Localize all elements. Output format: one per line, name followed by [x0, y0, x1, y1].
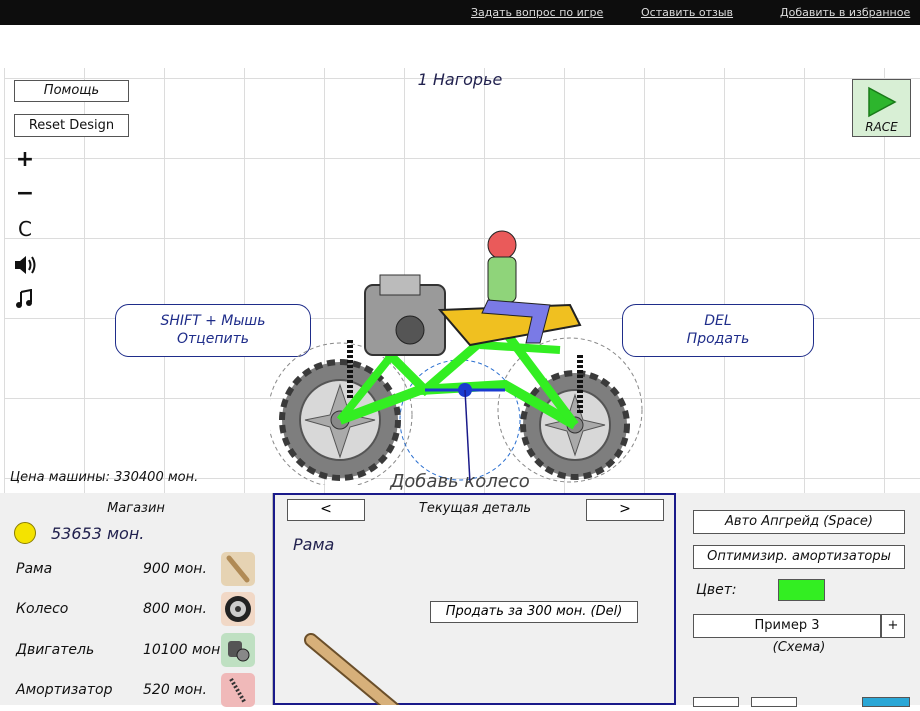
center-view-icon[interactable]: C	[13, 217, 37, 241]
add-example-button[interactable]: +	[881, 614, 905, 638]
scheme-label: (Схема)	[772, 640, 826, 655]
engine-part-icon[interactable]	[221, 633, 255, 667]
add-wheel-hint: Добавь колесо	[390, 471, 530, 492]
race-label: RACE	[865, 120, 898, 134]
shop-item-engine[interactable]: Двигатель 10100 мон.	[0, 633, 272, 669]
bottom-button-2[interactable]	[751, 697, 797, 707]
frame-part-icon[interactable]	[221, 552, 255, 586]
color-swatch[interactable]	[778, 579, 825, 601]
next-part-button[interactable]: >	[586, 499, 664, 521]
add-to-favorites-link[interactable]: Добавить в избранное	[780, 6, 910, 19]
current-part-panel: < Текущая деталь > Рама Продать за 300 м…	[273, 493, 676, 705]
shop-item-price: 10100 мон.	[143, 642, 225, 658]
leave-review-link[interactable]: Оставить отзыв	[641, 6, 733, 19]
optimize-shocks-button[interactable]: Оптимизир. амортизаторы	[693, 545, 905, 569]
current-part-name: Рама	[293, 535, 335, 554]
current-part-preview	[304, 633, 400, 705]
money-balance: 53653 мон.	[51, 524, 145, 543]
shock-absorber-part-icon[interactable]	[221, 673, 255, 707]
shop-item-name: Амортизатор	[16, 682, 113, 698]
coin-icon	[14, 522, 36, 544]
shop-item-frame[interactable]: Рама 900 мон.	[0, 552, 272, 588]
top-bar: Задать вопрос по игре Оставить отзыв Доб…	[0, 0, 920, 25]
bottom-button-1[interactable]	[693, 697, 739, 707]
sound-icon[interactable]	[13, 254, 37, 282]
bottom-button-3[interactable]	[862, 697, 910, 707]
shop-item-shock[interactable]: Амортизатор 520 мон.	[0, 673, 272, 709]
sell-part-button[interactable]: Продать за 300 мон. (Del)	[430, 601, 638, 623]
prev-part-button[interactable]: <	[287, 499, 365, 521]
shop-item-name: Колесо	[16, 601, 69, 617]
help-button[interactable]: Помощь	[14, 80, 129, 102]
vehicle-design[interactable]	[270, 225, 660, 485]
shop-item-wheel[interactable]: Колесо 800 мон.	[0, 592, 272, 628]
shop-item-price: 800 мон.	[143, 601, 207, 617]
play-icon	[868, 86, 897, 118]
shop-item-price: 520 мон.	[143, 682, 207, 698]
ask-question-link[interactable]: Задать вопрос по игре	[471, 6, 603, 19]
level-title: 1 Нагорье	[417, 70, 503, 89]
example-select[interactable]: Пример 3	[693, 614, 881, 638]
zoom-out-icon[interactable]: −	[13, 181, 37, 206]
shop-item-name: Рама	[16, 561, 53, 577]
shop-title: Магазин	[107, 501, 165, 516]
wheel-part-icon[interactable]	[221, 592, 255, 626]
color-label: Цвет:	[696, 582, 737, 598]
auto-upgrade-button[interactable]: Авто Апгрейд (Space)	[693, 510, 905, 534]
music-icon[interactable]	[13, 288, 37, 317]
engine[interactable]	[364, 274, 446, 356]
reset-design-button[interactable]: Reset Design	[14, 114, 129, 137]
blue-axle[interactable]	[425, 383, 505, 484]
race-button[interactable]: RACE	[852, 79, 911, 137]
shop-item-name: Двигатель	[16, 642, 95, 658]
shop-item-price: 900 мон.	[143, 561, 207, 577]
current-part-title: Текущая деталь	[418, 501, 532, 516]
zoom-in-icon[interactable]: +	[13, 147, 37, 172]
